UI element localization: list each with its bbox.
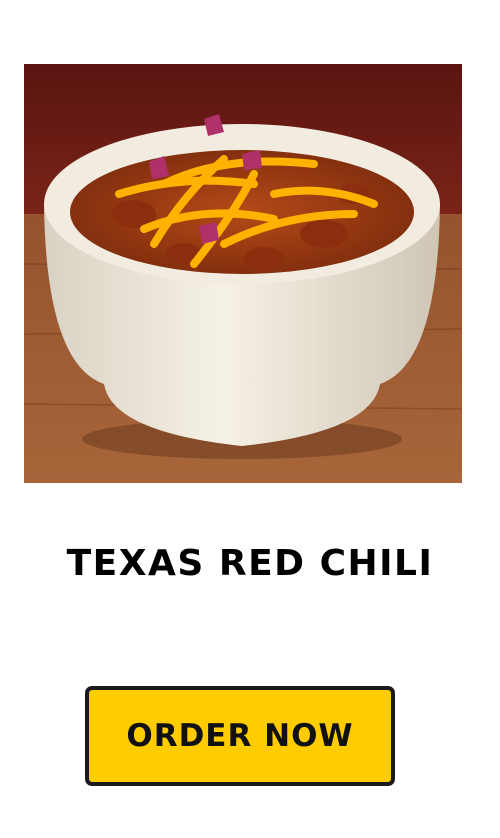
order-now-button[interactable]: ORDER NOW	[85, 686, 395, 786]
product-image[interactable]	[24, 64, 462, 483]
product-title: TEXAS RED CHILI	[66, 543, 434, 584]
product-card: TEXAS RED CHILI ORDER NOW	[0, 0, 500, 838]
order-now-label: ORDER NOW	[126, 718, 354, 754]
